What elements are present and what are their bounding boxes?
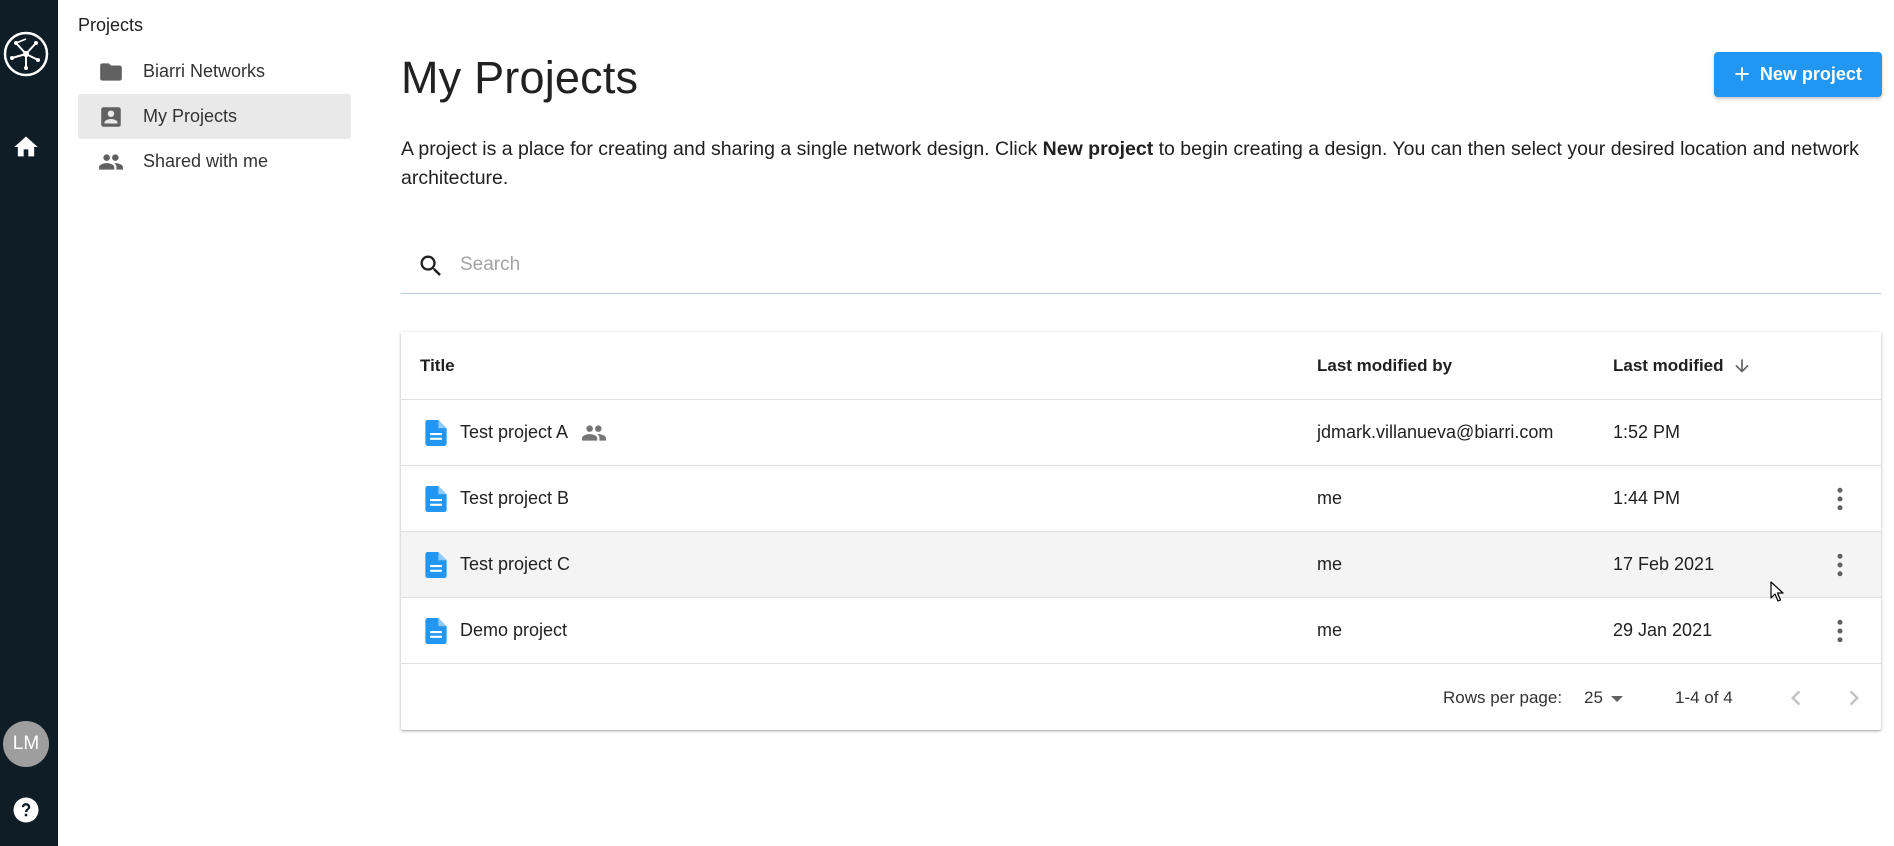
sidebar-item-label: Shared with me xyxy=(143,151,269,171)
new-project-label: New project xyxy=(1759,64,1862,84)
column-header-label: Last modified xyxy=(1613,356,1724,375)
intro-bold-new-project: New project xyxy=(1042,138,1154,160)
cell-modified-by: me xyxy=(1317,488,1343,508)
project-title-link[interactable]: Demo project xyxy=(460,620,567,641)
document-icon xyxy=(425,552,447,578)
sidebar-item-label: My Projects xyxy=(143,106,238,126)
network-logo-icon[interactable] xyxy=(2,30,50,78)
plus-icon: + xyxy=(1734,58,1750,89)
more-vert-icon[interactable] xyxy=(1825,616,1855,646)
project-title-link[interactable]: Test project A xyxy=(460,422,568,443)
document-icon xyxy=(425,618,447,644)
sidebar-heading: Projects xyxy=(78,15,144,35)
document-icon xyxy=(425,420,447,446)
folder-icon xyxy=(100,63,122,81)
project-title-link[interactable]: Test project B xyxy=(460,488,569,509)
sidebar-item-shared-with-me[interactable]: Shared with me xyxy=(78,139,351,184)
cell-last-modified: 29 Jan 2021 xyxy=(1613,620,1713,640)
search-icon xyxy=(420,255,441,276)
people-icon xyxy=(582,425,606,441)
caret-down-icon xyxy=(1610,696,1623,702)
search-input[interactable] xyxy=(460,248,1760,282)
page-title: My Projects xyxy=(401,52,639,103)
column-header-last-modified-by[interactable]: Last modified by xyxy=(1317,356,1452,376)
home-icon[interactable] xyxy=(12,133,40,161)
intro-text: A project is a place for creating and sh… xyxy=(401,138,1859,189)
rows-per-page-select[interactable]: 25 xyxy=(1584,685,1634,711)
help-icon[interactable] xyxy=(11,795,41,825)
cell-last-modified: 1:52 PM xyxy=(1613,422,1681,442)
new-project-button[interactable]: + New project xyxy=(1714,52,1882,97)
chevron-right-icon[interactable] xyxy=(1839,683,1869,713)
sidebar-item-label: Biarri Networks xyxy=(143,61,266,81)
column-header-last-modified[interactable]: Last modified xyxy=(1613,356,1752,376)
arrow-down-icon[interactable] xyxy=(1732,356,1752,376)
search-bar xyxy=(401,238,1881,294)
table-row[interactable]: Test project C me 17 Feb 2021 xyxy=(401,532,1881,598)
table-pagination: Rows per page: 25 1-4 of 4 xyxy=(401,665,1881,730)
sidebar-item-my-projects[interactable]: My Projects xyxy=(78,94,351,139)
cell-modified-by: me xyxy=(1317,554,1343,574)
sidebar-item-biarri-networks[interactable]: Biarri Networks xyxy=(78,49,351,94)
table-row[interactable]: Demo project me 29 Jan 2021 xyxy=(401,598,1881,664)
mouse-cursor-icon xyxy=(1770,581,1784,602)
more-vert-icon[interactable] xyxy=(1825,550,1855,580)
chevron-left-icon[interactable] xyxy=(1781,683,1811,713)
account-box-icon xyxy=(101,107,121,127)
rows-per-page-label: Rows per page: xyxy=(1443,688,1563,707)
table-header: Title Last modified by Last modified xyxy=(401,332,1881,400)
column-header-title[interactable]: Title xyxy=(420,356,455,376)
projects-table: Title Last modified by Last modified Tes… xyxy=(401,332,1881,730)
cell-modified-by: me xyxy=(1317,620,1343,640)
cell-modified-by: jdmark.villanueva@biarri.com xyxy=(1317,422,1554,442)
people-icon xyxy=(99,154,123,170)
table-row[interactable]: Test project A jdmark.villanueva@biarri.… xyxy=(401,400,1881,466)
avatar[interactable]: LM xyxy=(3,721,49,767)
rows-per-page-value: 25 xyxy=(1584,688,1603,707)
document-icon xyxy=(425,486,447,512)
cell-last-modified: 17 Feb 2021 xyxy=(1613,554,1715,574)
page-range: 1-4 of 4 xyxy=(1675,688,1733,707)
more-vert-icon[interactable] xyxy=(1825,484,1855,514)
app-rail: LM xyxy=(0,0,58,846)
table-row[interactable]: Test project B me 1:44 PM xyxy=(401,466,1881,532)
cell-last-modified: 1:44 PM xyxy=(1613,488,1681,508)
project-title-link[interactable]: Test project C xyxy=(460,554,570,575)
